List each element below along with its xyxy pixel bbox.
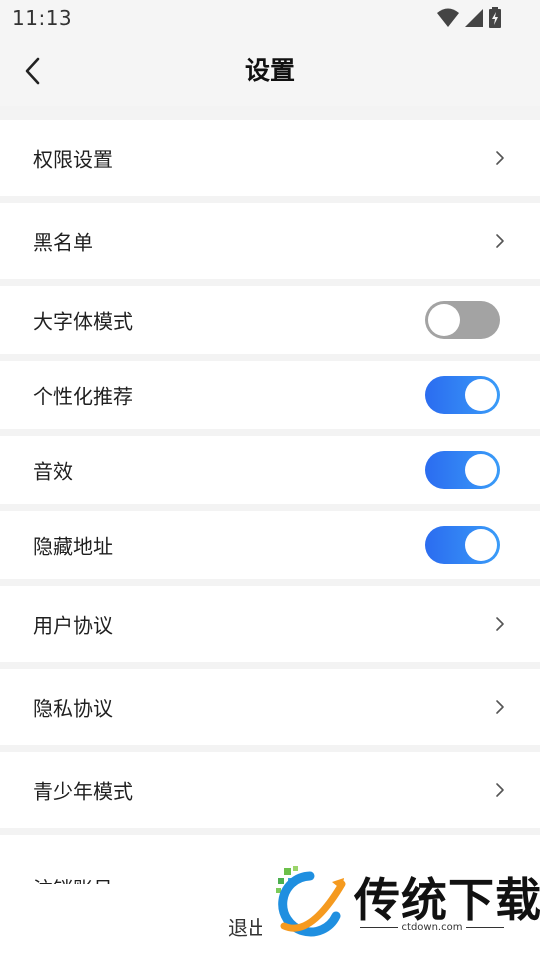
back-button[interactable] <box>14 53 50 89</box>
row-label-personalized: 个性化推荐 <box>33 384 133 409</box>
row-label-privacy: 隐私协议 <box>33 696 113 721</box>
toggle-knob <box>465 454 497 486</box>
chevron-right-icon <box>496 617 504 631</box>
toggle-knob <box>428 304 460 336</box>
row-label-blacklist: 黑名单 <box>33 230 93 255</box>
row-label-large-font: 大字体模式 <box>33 309 133 334</box>
header-bar: 设置 <box>0 36 540 106</box>
settings-row-sound: 音效 <box>0 436 540 504</box>
row-label-permissions: 权限设置 <box>33 147 113 172</box>
row-label-user-agreement: 用户协议 <box>33 613 113 638</box>
large-font-toggle[interactable] <box>425 301 500 339</box>
settings-row-privacy[interactable]: 隐私协议 <box>0 669 540 745</box>
personalized-toggle[interactable] <box>425 376 500 414</box>
toggle-knob <box>465 529 497 561</box>
logout-button[interactable]: 退出登录 <box>228 912 262 941</box>
chevron-right-icon <box>496 700 504 714</box>
settings-row-user-agreement[interactable]: 用户协议 <box>0 586 540 662</box>
battery-charging-icon <box>489 7 501 28</box>
settings-row-personalized: 个性化推荐 <box>0 361 540 429</box>
ctdown-logo-icon <box>276 866 346 937</box>
settings-row-hide-address: 隐藏地址 <box>0 511 540 579</box>
toggle-knob <box>465 379 497 411</box>
row-label-sound: 音效 <box>33 459 73 484</box>
settings-row-permissions[interactable]: 权限设置 <box>0 120 540 196</box>
watermark-brand: 传统下载 <box>354 873 540 927</box>
settings-row-teen-mode[interactable]: 青少年模式 <box>0 752 540 828</box>
settings-row-large-font: 大字体模式 <box>0 286 540 354</box>
signal-icon <box>465 9 483 27</box>
watermark-url: ctdown.com <box>354 922 510 933</box>
sound-toggle[interactable] <box>425 451 500 489</box>
chevron-right-icon <box>496 234 504 248</box>
row-label-hide-address: 隐藏地址 <box>33 534 113 559</box>
wifi-icon <box>437 8 459 27</box>
hide-address-toggle[interactable] <box>425 526 500 564</box>
watermark-overlay: 传统下载 ctdown.com <box>262 858 540 960</box>
row-label-teen-mode: 青少年模式 <box>33 779 133 804</box>
status-bar: 11:13 <box>0 0 540 36</box>
page-title: 设置 <box>244 56 295 85</box>
chevron-right-icon <box>496 151 504 165</box>
status-icons <box>436 7 506 29</box>
chevron-right-icon <box>496 783 504 797</box>
settings-row-blacklist[interactable]: 黑名单 <box>0 203 540 279</box>
chevron-left-icon <box>25 57 40 85</box>
status-time: 11:13 <box>12 6 73 30</box>
